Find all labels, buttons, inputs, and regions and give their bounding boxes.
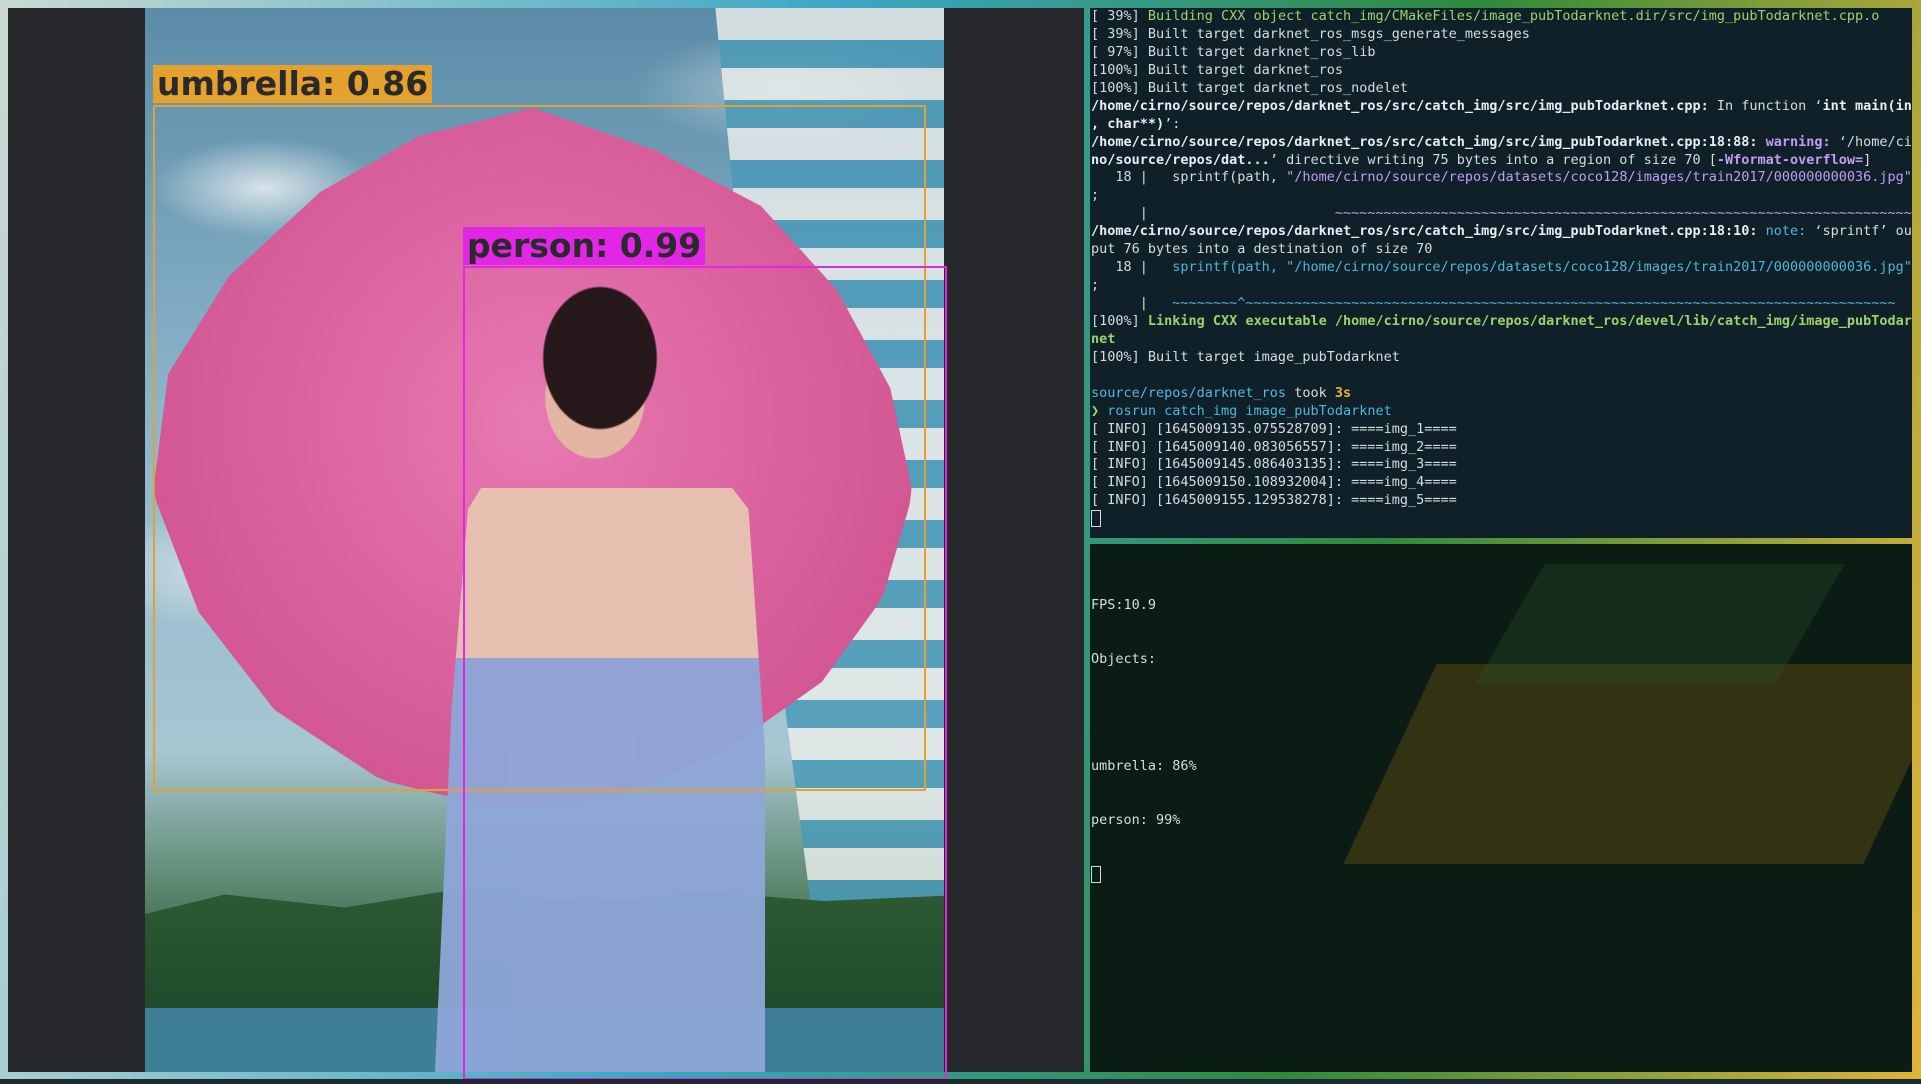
terminal-line: [100%] Linking CXX executable /home/cirn… xyxy=(1091,313,1912,331)
terminal-text-segment: warning: xyxy=(1757,133,1831,150)
terminal-line: [100%] Built target image_pubTodarknet xyxy=(1091,349,1912,367)
terminal-line: [ 97%] Built target darknet_ros_lib xyxy=(1091,44,1912,62)
terminal-text-segment: [ 39%] Built target darknet_ros_msgs_gen… xyxy=(1091,25,1530,42)
terminal-line: [ INFO] [1645009135.075528709]: ====img_… xyxy=(1091,421,1912,439)
terminal-text-segment: [ INFO] [1645009140.083056557]: ====img_… xyxy=(1091,438,1457,455)
terminal-text-segment: int main(int xyxy=(1822,97,1912,114)
bottom-status-strip xyxy=(0,1079,1921,1084)
terminal-line: [ INFO] [1645009145.086403135]: ====img_… xyxy=(1091,456,1912,474)
terminal-text-segment: ’ directive writing 75 bytes into a regi… xyxy=(1269,151,1717,168)
terminal-text-segment: [100%] Built target darknet_ros xyxy=(1091,61,1343,78)
terminal-text-segment: took xyxy=(1286,384,1335,401)
terminal-text-segment: /home/cirno/source/repos/darknet_ros/src… xyxy=(1091,223,1758,240)
terminal-text-segment: ~~~~~~~~^~~~~~~~~~~~~~~~~~~~~~~~~~~~~~~~… xyxy=(1172,295,1896,311)
terminal-text-segment: 18 | sprintf(path, xyxy=(1091,169,1287,186)
terminal-text-segment: note: xyxy=(1757,223,1807,240)
build-terminal-output: [ 39%] Building CXX object catch_img/CMa… xyxy=(1091,8,1912,528)
terminal-line: /home/cirno/source/repos/darknet_ros/src… xyxy=(1091,223,1912,241)
terminal-text-segment: [100%] Built target darknet_ros_nodelet xyxy=(1091,79,1408,96)
terminal-text-segment: sprintf(path, "/home/cirno/source/repos/… xyxy=(1172,259,1912,276)
terminal-text-segment: put 76 bytes into a destination of size … xyxy=(1091,241,1433,258)
terminal-line: [ INFO] [1645009150.108932004]: ====img_… xyxy=(1091,474,1912,492)
terminal-text-segment: -Wformat-overflow= xyxy=(1716,151,1864,168)
terminal-text-segment: [ 97%] Built target darknet_ros_lib xyxy=(1091,43,1376,60)
terminal-text-segment: ‘/home/cir xyxy=(1830,133,1912,150)
terminal-text-segment: , char**) xyxy=(1091,115,1165,132)
terminal-text-segment: ❯ xyxy=(1091,402,1108,419)
terminal-line: [100%] Built target darknet_ros_nodelet xyxy=(1091,80,1912,98)
terminal-text-segment: [ INFO] [1645009155.129538278]: ====img_… xyxy=(1091,492,1457,509)
person-bounding-box xyxy=(463,266,947,1080)
terminal-text-segment: [100%] xyxy=(1091,312,1148,329)
terminal-text-segment: [ INFO] [1645009145.086403135]: ====img_… xyxy=(1091,456,1457,473)
terminal-line: ; xyxy=(1091,277,1912,295)
detection-terminal-output: FPS:10.9 Objects: umbrella: 86% person: … xyxy=(1091,561,1197,920)
terminal-text-segment: [ INFO] [1645009135.075528709]: ====img_… xyxy=(1091,420,1457,437)
terminal-text-segment: /home/cirno/source/repos/darknet_ros/src… xyxy=(1091,97,1709,114)
terminal-text-segment: [100%] Built target image_pubTodarknet xyxy=(1091,348,1400,365)
result-person: person: 99% xyxy=(1091,812,1181,829)
terminal-text-segment: [ 39%] xyxy=(1091,8,1148,24)
terminal-line: , char**)’: xyxy=(1091,116,1912,134)
terminal-line: put 76 bytes into a destination of size … xyxy=(1091,241,1912,259)
fps-readout: FPS:10.9 xyxy=(1091,596,1157,613)
terminal-line: [ 39%] Building CXX object catch_img/CMa… xyxy=(1091,8,1912,26)
input-line[interactable] xyxy=(1091,866,1197,884)
input-line[interactable] xyxy=(1091,510,1912,528)
terminal-line: | ~~~~~~~~^~~~~~~~~~~~~~~~~~~~~~~~~~~~~~… xyxy=(1091,295,1912,313)
person-detection-label: person: 0.99 xyxy=(463,227,706,265)
terminal-text-segment: ; xyxy=(1091,277,1100,294)
detection-terminal[interactable]: FPS:10.9 Objects: umbrella: 86% person: … xyxy=(1090,544,1912,1072)
terminal-text-segment: | xyxy=(1091,295,1173,311)
terminal-line: [100%] Built target darknet_ros xyxy=(1091,62,1912,80)
terminal-line: /home/cirno/source/repos/darknet_ros/src… xyxy=(1091,98,1912,116)
terminal-line: [ 39%] Built target darknet_ros_msgs_gen… xyxy=(1091,26,1912,44)
terminal-text-segment: ] xyxy=(1863,151,1872,168)
image-viewer-window[interactable]: umbrella: 0.86 person: 0.99 xyxy=(8,8,1084,1080)
terminal-cursor xyxy=(1091,866,1101,884)
terminal-text-segment: In function ‘ xyxy=(1708,97,1823,114)
terminal-line: source/repos/darknet_ros took 3s xyxy=(1091,385,1912,403)
terminal-text-segment: /home/cirno/source/repos/darknet_ros/src… xyxy=(1091,133,1758,150)
terminal-text-segment: Linking CXX executable /home/cirno/sourc… xyxy=(1147,312,1912,329)
result-umbrella: umbrella: 86% xyxy=(1091,758,1197,775)
terminal-line: no/source/repos/dat...’ directive writin… xyxy=(1091,152,1912,170)
build-terminal[interactable]: [ 39%] Building CXX object catch_img/CMa… xyxy=(1090,8,1912,538)
terminal-text-segment: ; xyxy=(1091,187,1100,204)
terminal-text-segment: no/source/repos/dat... xyxy=(1091,151,1270,168)
terminal-line: net xyxy=(1091,331,1912,349)
terminal-text-segment: 3s xyxy=(1334,384,1352,401)
terminal-line: ❯ rosrun catch_img image_pubTodarknet xyxy=(1091,403,1912,421)
terminal-cursor xyxy=(1091,510,1101,528)
terminal-text-segment: ’: xyxy=(1164,115,1181,132)
terminal-line: [ INFO] [1645009140.083056557]: ====img_… xyxy=(1091,439,1912,457)
terminal-text-segment: Building CXX object catch_img/CMakeFiles… xyxy=(1147,8,1880,24)
terminal-line: /home/cirno/source/repos/darknet_ros/src… xyxy=(1091,134,1912,152)
terminal-line: [ INFO] [1645009155.129538278]: ====img_… xyxy=(1091,492,1912,510)
terminal-text-segment: "/home/cirno/source/repos/datasets/coco1… xyxy=(1286,169,1912,186)
terminal-line: | ~~~~~~~~~~~~~~~~~~~~~~~~~~~~~~~~~~~~~~… xyxy=(1091,205,1912,223)
umbrella-detection-label: umbrella: 0.86 xyxy=(153,65,433,103)
terminal-line: 18 | sprintf(path, "/home/cirno/source/r… xyxy=(1091,259,1912,277)
terminal-text-segment: net xyxy=(1091,330,1116,347)
terminal-line: ; xyxy=(1091,187,1912,205)
wallpaper-glow xyxy=(1343,664,1912,864)
terminal-text-segment: 18 | xyxy=(1091,259,1173,276)
objects-heading: Objects: xyxy=(1091,650,1157,667)
terminal-text-segment: source/repos/darknet_ros xyxy=(1091,384,1287,401)
terminal-text-segment: | xyxy=(1091,205,1335,222)
terminal-text-segment: ‘sprintf’ out xyxy=(1806,223,1912,240)
terminal-text-segment: [ INFO] [1645009150.108932004]: ====img_… xyxy=(1091,474,1457,491)
terminal-text-segment: rosrun catch_img image_pubTodarknet xyxy=(1107,402,1392,419)
terminal-line: 18 | sprintf(path, "/home/cirno/source/r… xyxy=(1091,169,1912,187)
terminal-text-segment: ~~~~~~~~~~~~~~~~~~~~~~~~~~~~~~~~~~~~~~~~… xyxy=(1334,205,1912,222)
